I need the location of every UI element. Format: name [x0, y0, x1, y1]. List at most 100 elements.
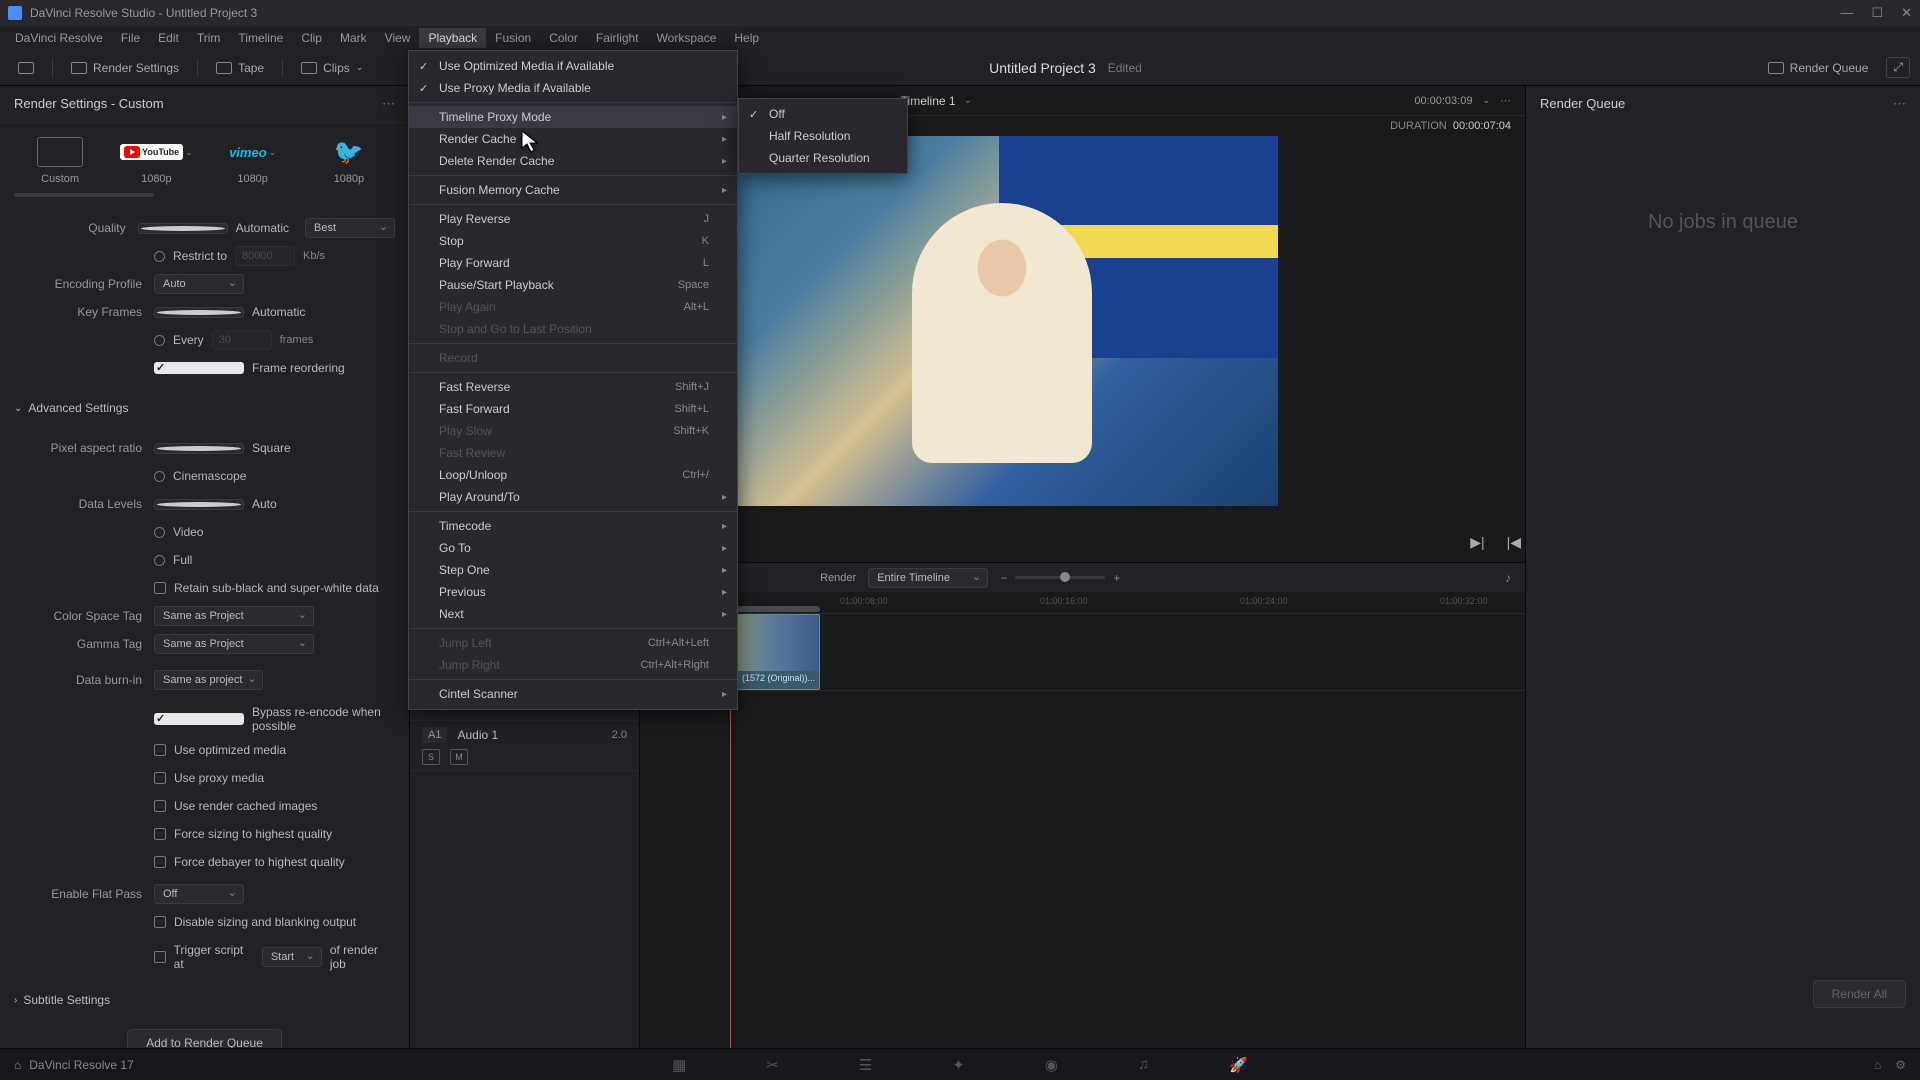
render-queue-button[interactable]: Render Queue — [1760, 57, 1877, 79]
menu-item-previous[interactable]: Previous▸ — [409, 581, 737, 603]
zoom-out-button[interactable]: − — [1000, 571, 1007, 585]
force-debayer-checkbox[interactable] — [154, 856, 166, 868]
timeline-tracks[interactable]: 01:00:00:0001:00:08:0001:00:16:0001:00:2… — [640, 592, 1525, 1048]
color-space-tag-select[interactable]: Same as Project — [154, 606, 314, 626]
menu-edit[interactable]: Edit — [149, 28, 188, 48]
prev-clip-button[interactable]: |◀ — [1503, 530, 1525, 555]
dl-video-radio[interactable] — [154, 527, 165, 538]
zoom-slider[interactable] — [1015, 576, 1105, 579]
menu-view[interactable]: View — [376, 28, 420, 48]
mute-button[interactable]: M — [450, 749, 468, 765]
expand-button[interactable]: ⤢ — [1886, 57, 1910, 78]
menu-item-fusion-memory-cache[interactable]: Fusion Memory Cache▸ — [409, 179, 737, 201]
kf-every-input[interactable] — [212, 330, 272, 350]
cut-page-tab[interactable]: ✂ — [766, 1056, 779, 1074]
home-icon[interactable]: ⌂ — [14, 1058, 21, 1072]
submenu-item-off[interactable]: ✓Off — [739, 103, 907, 125]
kf-every-radio[interactable] — [154, 335, 165, 346]
data-burnin-select[interactable]: Same as project — [154, 670, 263, 690]
viewer-timecode[interactable]: 00:00:03:09 — [1414, 95, 1472, 107]
menu-item-fast-reverse[interactable]: Fast ReverseShift+J — [409, 376, 737, 398]
menu-fusion[interactable]: Fusion — [486, 28, 540, 48]
trigger-at-select[interactable]: Start — [262, 947, 322, 967]
preset-vimeo[interactable]: vimeo⌄1080p — [205, 133, 301, 189]
quick-export-button[interactable] — [10, 58, 42, 78]
clips-button[interactable]: Clips⌄ — [293, 57, 371, 79]
force-sizing-checkbox[interactable] — [154, 828, 166, 840]
menu-item-pause-start-playback[interactable]: Pause/Start PlaybackSpace — [409, 274, 737, 296]
use-cached-checkbox[interactable] — [154, 800, 166, 812]
menu-clip[interactable]: Clip — [292, 28, 331, 48]
quality-restrict-radio[interactable] — [154, 251, 165, 262]
audio-track-header[interactable]: A1Audio 12.0 SM — [410, 721, 639, 771]
maximize-button[interactable]: ☐ — [1871, 5, 1883, 21]
frame-reorder-checkbox[interactable] — [154, 362, 244, 374]
tape-button[interactable]: Tape — [208, 57, 272, 79]
menu-item-step-one[interactable]: Step One▸ — [409, 559, 737, 581]
bypass-reencode-checkbox[interactable] — [154, 713, 244, 725]
menu-item-go-to[interactable]: Go To▸ — [409, 537, 737, 559]
par-cinema-radio[interactable] — [154, 471, 165, 482]
menu-fairlight[interactable]: Fairlight — [587, 28, 648, 48]
minimize-button[interactable]: — — [1840, 5, 1853, 21]
quality-auto-radio[interactable] — [138, 223, 228, 234]
menu-trim[interactable]: Trim — [188, 28, 230, 48]
zoom-in-button[interactable]: + — [1113, 571, 1120, 585]
menu-davinci-resolve[interactable]: DaVinci Resolve — [6, 28, 112, 48]
menu-file[interactable]: File — [112, 28, 149, 48]
gamma-tag-select[interactable]: Same as Project — [154, 634, 314, 654]
color-page-tab[interactable]: ◉ — [1045, 1056, 1058, 1074]
menu-item-timecode[interactable]: Timecode▸ — [409, 515, 737, 537]
trigger-script-checkbox[interactable] — [154, 951, 166, 963]
render-settings-button[interactable]: Render Settings — [63, 57, 187, 79]
disable-sizing-checkbox[interactable] — [154, 916, 166, 928]
preset-scrollbar[interactable] — [14, 193, 154, 197]
edit-page-tab[interactable]: ☰ — [859, 1056, 872, 1074]
submenu-item-half-resolution[interactable]: Half Resolution — [739, 125, 907, 147]
advanced-settings-toggle[interactable]: ⌄Advanced Settings — [0, 393, 409, 423]
quality-best-select[interactable]: Best — [305, 218, 395, 238]
use-proxy-checkbox[interactable] — [154, 772, 166, 784]
project-settings-icon[interactable]: ⚙ — [1895, 1058, 1906, 1072]
menu-item-use-optimized-media-if-available[interactable]: ✓Use Optimized Media if Available — [409, 55, 737, 77]
audio-meters-icon[interactable]: ♪ — [1505, 571, 1511, 585]
menu-item-loop-unloop[interactable]: Loop/UnloopCtrl+/ — [409, 464, 737, 486]
close-button[interactable]: ✕ — [1901, 5, 1912, 21]
menu-item-render-cache[interactable]: Render Cache▸ — [409, 128, 737, 150]
menu-item-timeline-proxy-mode[interactable]: Timeline Proxy Mode▸ — [409, 106, 737, 128]
render-queue-menu-button[interactable]: ⋯ — [1893, 96, 1906, 112]
viewer-options-button[interactable]: ⋯ — [1500, 94, 1511, 107]
preset-youtube[interactable]: YouTube⌄1080p — [108, 133, 204, 189]
next-clip-button[interactable]: ▶| — [1466, 530, 1488, 555]
menu-playback[interactable]: Playback — [419, 28, 486, 48]
preset-twitter[interactable]: 🐦1080p — [301, 133, 397, 189]
menu-workspace[interactable]: Workspace — [648, 28, 726, 48]
media-page-tab[interactable]: ▦ — [672, 1056, 686, 1074]
menu-item-fast-forward[interactable]: Fast ForwardShift+L — [409, 398, 737, 420]
timeline-name[interactable]: Timeline 1 — [901, 94, 956, 108]
deliver-page-tab[interactable]: 🚀 — [1229, 1056, 1248, 1074]
restrict-kbps-input[interactable] — [235, 246, 295, 266]
menu-item-play-reverse[interactable]: Play ReverseJ — [409, 208, 737, 230]
par-square-radio[interactable] — [154, 443, 244, 454]
menu-help[interactable]: Help — [725, 28, 768, 48]
menu-item-stop[interactable]: StopK — [409, 230, 737, 252]
dl-full-radio[interactable] — [154, 555, 165, 566]
panel-menu-button[interactable]: ⋯ — [382, 96, 395, 112]
submenu-item-quarter-resolution[interactable]: Quarter Resolution — [739, 147, 907, 169]
use-optimized-checkbox[interactable] — [154, 744, 166, 756]
subtitle-settings-toggle[interactable]: ›Subtitle Settings — [0, 985, 409, 1015]
menu-item-play-forward[interactable]: Play ForwardL — [409, 252, 737, 274]
fusion-page-tab[interactable]: ✦ — [952, 1056, 965, 1074]
dl-auto-radio[interactable] — [154, 499, 244, 510]
add-to-render-queue-button[interactable]: Add to Render Queue — [127, 1029, 282, 1048]
menu-color[interactable]: Color — [540, 28, 587, 48]
menu-item-use-proxy-media-if-available[interactable]: ✓Use Proxy Media if Available — [409, 77, 737, 99]
menu-item-cintel-scanner[interactable]: Cintel Scanner▸ — [409, 683, 737, 705]
menu-item-delete-render-cache[interactable]: Delete Render Cache▸ — [409, 150, 737, 172]
solo-button[interactable]: S — [422, 749, 440, 765]
project-manager-icon[interactable]: ⌂ — [1874, 1058, 1881, 1072]
menu-timeline[interactable]: Timeline — [229, 28, 292, 48]
menu-mark[interactable]: Mark — [331, 28, 376, 48]
encoding-profile-select[interactable]: Auto — [154, 274, 244, 294]
